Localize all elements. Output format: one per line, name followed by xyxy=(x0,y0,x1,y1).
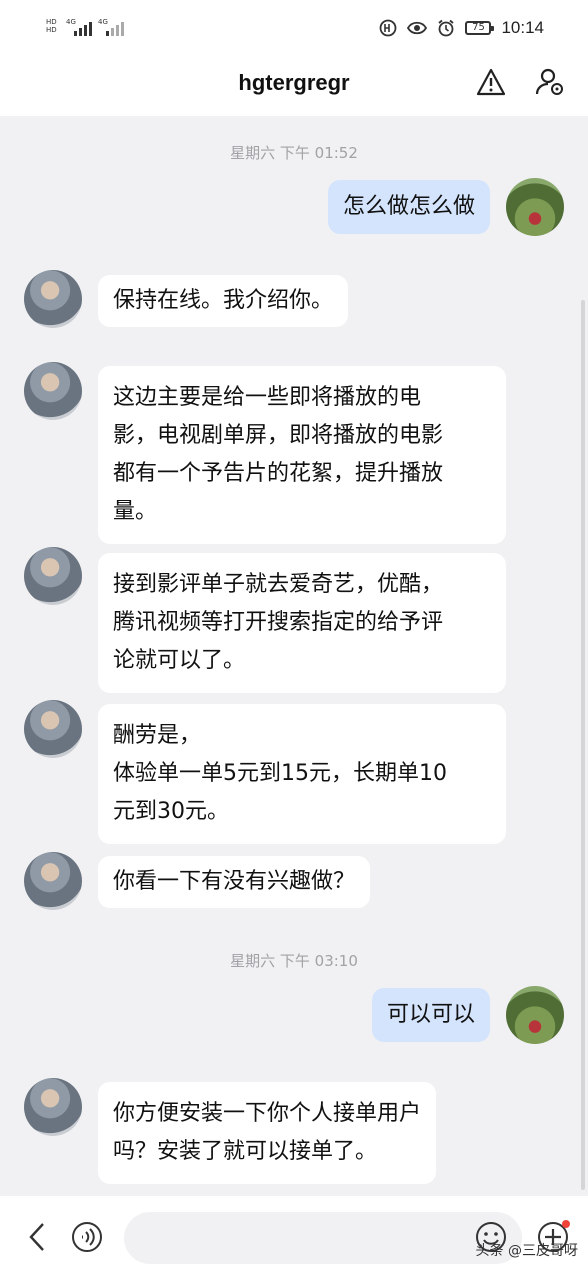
timestamp: 星期六 下午 03:10 xyxy=(230,952,358,970)
message-bubble[interactable]: 保持在线。我介绍你。 xyxy=(98,275,349,327)
notification-dot xyxy=(562,1220,570,1228)
contact-avatar[interactable] xyxy=(24,1078,82,1136)
message-bubble[interactable]: 怎么做怎么做 xyxy=(327,180,490,234)
message-bubble[interactable]: 你看一下有没有兴趣做？ xyxy=(98,856,371,908)
contact-avatar[interactable] xyxy=(24,700,82,758)
chat-header: hgtergregr xyxy=(0,60,588,116)
sim2-label: HD xyxy=(46,26,57,34)
timestamp: 星期六 下午 01:52 xyxy=(230,144,358,162)
alarm-icon xyxy=(438,19,455,37)
message-bubble[interactable]: 可以可以 xyxy=(371,988,490,1042)
status-right: 75 10:14 xyxy=(379,18,544,38)
sim1-label: HD xyxy=(46,18,57,26)
status-bar: HD HD 4G 4G 75 10:14 xyxy=(0,0,588,60)
contact-avatar[interactable] xyxy=(24,852,82,910)
battery-icon: 75 xyxy=(465,21,495,35)
watermark: 头条 @三皮哥呀 xyxy=(475,1243,578,1259)
user-settings-icon[interactable] xyxy=(532,64,568,100)
message-bubble[interactable]: 接到影评单子就去爱奇艺，优酷， 腾讯视频等打开搜索指定的给予评 论就可以了。 xyxy=(98,553,506,693)
my-avatar[interactable] xyxy=(506,986,564,1044)
message-bubble[interactable]: 酬劳是， 体验单一单5元到15元，长期单10 元到30元。 xyxy=(98,704,506,844)
voice-icon[interactable] xyxy=(70,1220,104,1254)
warning-triangle-icon[interactable] xyxy=(473,64,509,100)
signal1-icon xyxy=(74,20,92,36)
sim-labels: HD HD xyxy=(46,18,57,34)
my-avatar[interactable] xyxy=(506,178,564,236)
eye-icon xyxy=(407,21,428,35)
message-bubble[interactable]: 这边主要是给一些即将播放的电 影，电视剧单屏，即将播放的电影 都有一个予告片的花… xyxy=(98,366,506,544)
chevron-left-icon[interactable] xyxy=(22,1222,52,1252)
contact-avatar[interactable] xyxy=(24,547,82,605)
data-saver-icon xyxy=(380,19,397,37)
signal2-icon xyxy=(106,20,124,36)
message-bubble[interactable]: 你方便安装一下你个人接单用户 吗？安装了就可以接单了。 xyxy=(98,1082,437,1184)
clock: 10:14 xyxy=(501,18,544,37)
contact-avatar[interactable] xyxy=(24,362,82,420)
contact-avatar[interactable] xyxy=(24,270,82,328)
input-bar: 头条 @三皮哥呀 xyxy=(0,1196,588,1280)
message-input[interactable] xyxy=(124,1212,522,1264)
chat-scrollbar[interactable] xyxy=(581,300,585,1190)
